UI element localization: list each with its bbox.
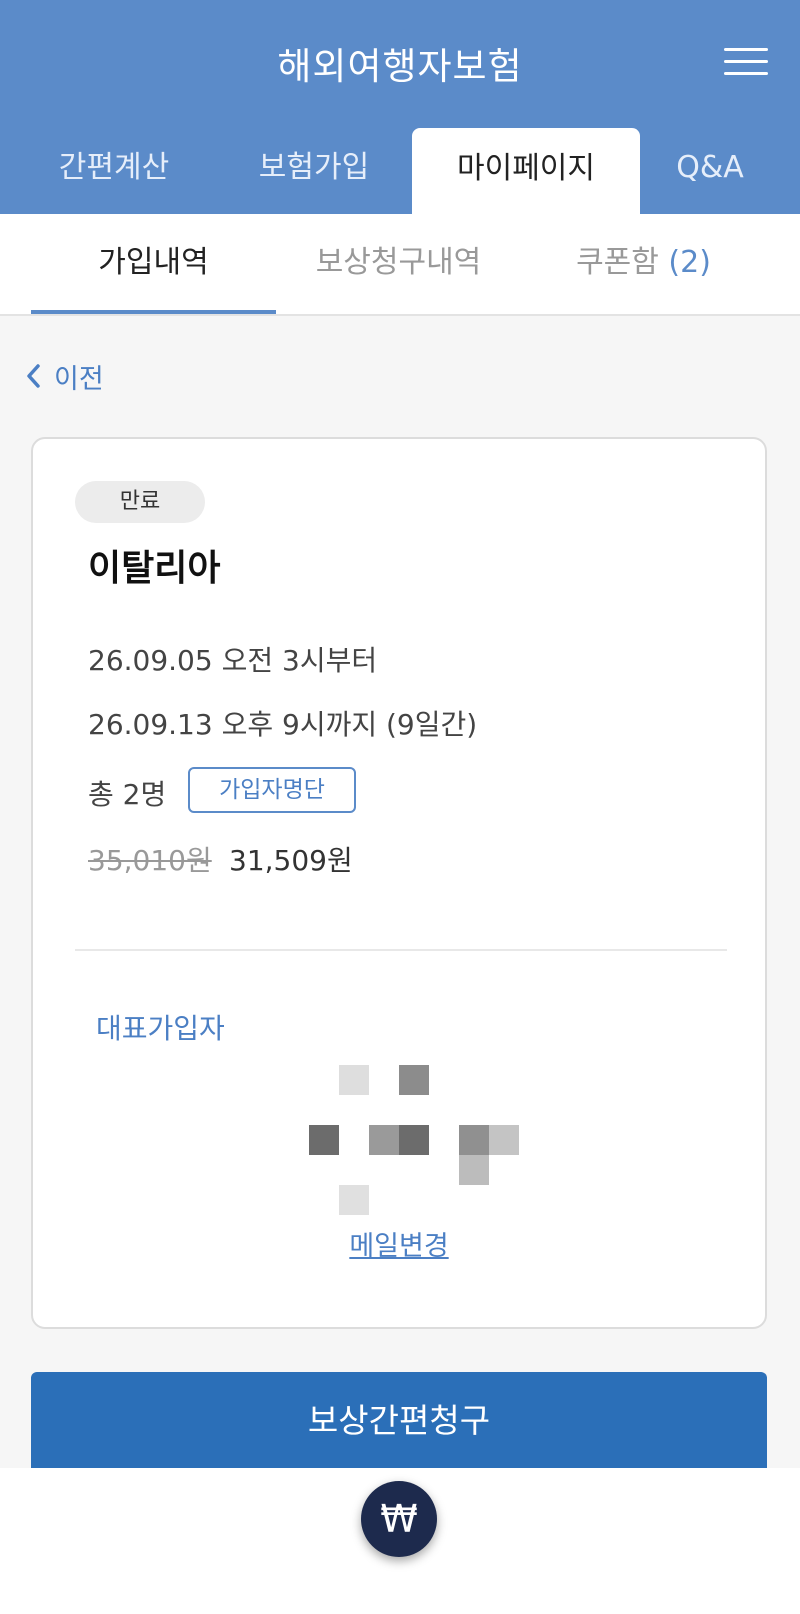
destination-country: 이탈리아 — [88, 548, 221, 589]
status-badge: 만료 — [75, 481, 205, 523]
member-count: 총 2명 — [88, 778, 167, 811]
subtab-coupons-label: 쿠폰함 — [576, 245, 659, 280]
app-header: 해외여행자보험 간편계산 보험가입 마이페이지 Q&A — [0, 0, 800, 214]
won-currency-icon[interactable]: ₩ — [361, 1481, 437, 1557]
change-email-link[interactable]: 메일변경 — [33, 1224, 765, 1263]
divider — [75, 949, 727, 951]
period-end: 26.09.13 오후 9시까지 (9일간) — [88, 708, 478, 741]
quick-claim-button[interactable]: 보상간편청구 — [31, 1372, 767, 1476]
representative-label: 대표가입자 — [96, 1012, 225, 1045]
final-price: 31,509원 — [229, 844, 353, 877]
back-button[interactable]: 이전 — [26, 356, 104, 396]
sub-tabs: 가입내역 보상청구내역 쿠폰함 (2) — [0, 214, 800, 316]
policy-card: 만료 이탈리아 26.09.05 오전 3시부터 26.09.13 오후 9시까… — [31, 437, 767, 1329]
app-title: 해외여행자보험 — [277, 45, 523, 88]
original-price: 35,010원 — [88, 844, 212, 877]
tab-mypage[interactable]: 마이페이지 — [412, 128, 640, 214]
member-roster-button[interactable]: 가입자명단 — [188, 767, 356, 813]
tab-insurance-signup[interactable]: 보험가입 — [200, 128, 428, 214]
hamburger-menu-icon[interactable] — [724, 48, 768, 76]
subtab-coupons[interactable]: 쿠폰함 (2) — [521, 214, 766, 316]
period-start: 26.09.05 오전 3시부터 — [88, 644, 378, 677]
tab-quick-calc[interactable]: 간편계산 — [0, 128, 228, 214]
tab-qna[interactable]: Q&A — [640, 128, 780, 214]
coupon-count: (2) — [668, 245, 711, 280]
subtab-claims[interactable]: 보상청구내역 — [276, 214, 521, 316]
chevron-left-icon — [27, 364, 40, 388]
subtab-subscriptions[interactable]: 가입내역 — [31, 214, 276, 316]
main-tabs: 간편계산 보험가입 마이페이지 Q&A — [0, 128, 800, 214]
active-subtab-indicator — [31, 310, 276, 314]
back-label: 이전 — [54, 363, 104, 395]
